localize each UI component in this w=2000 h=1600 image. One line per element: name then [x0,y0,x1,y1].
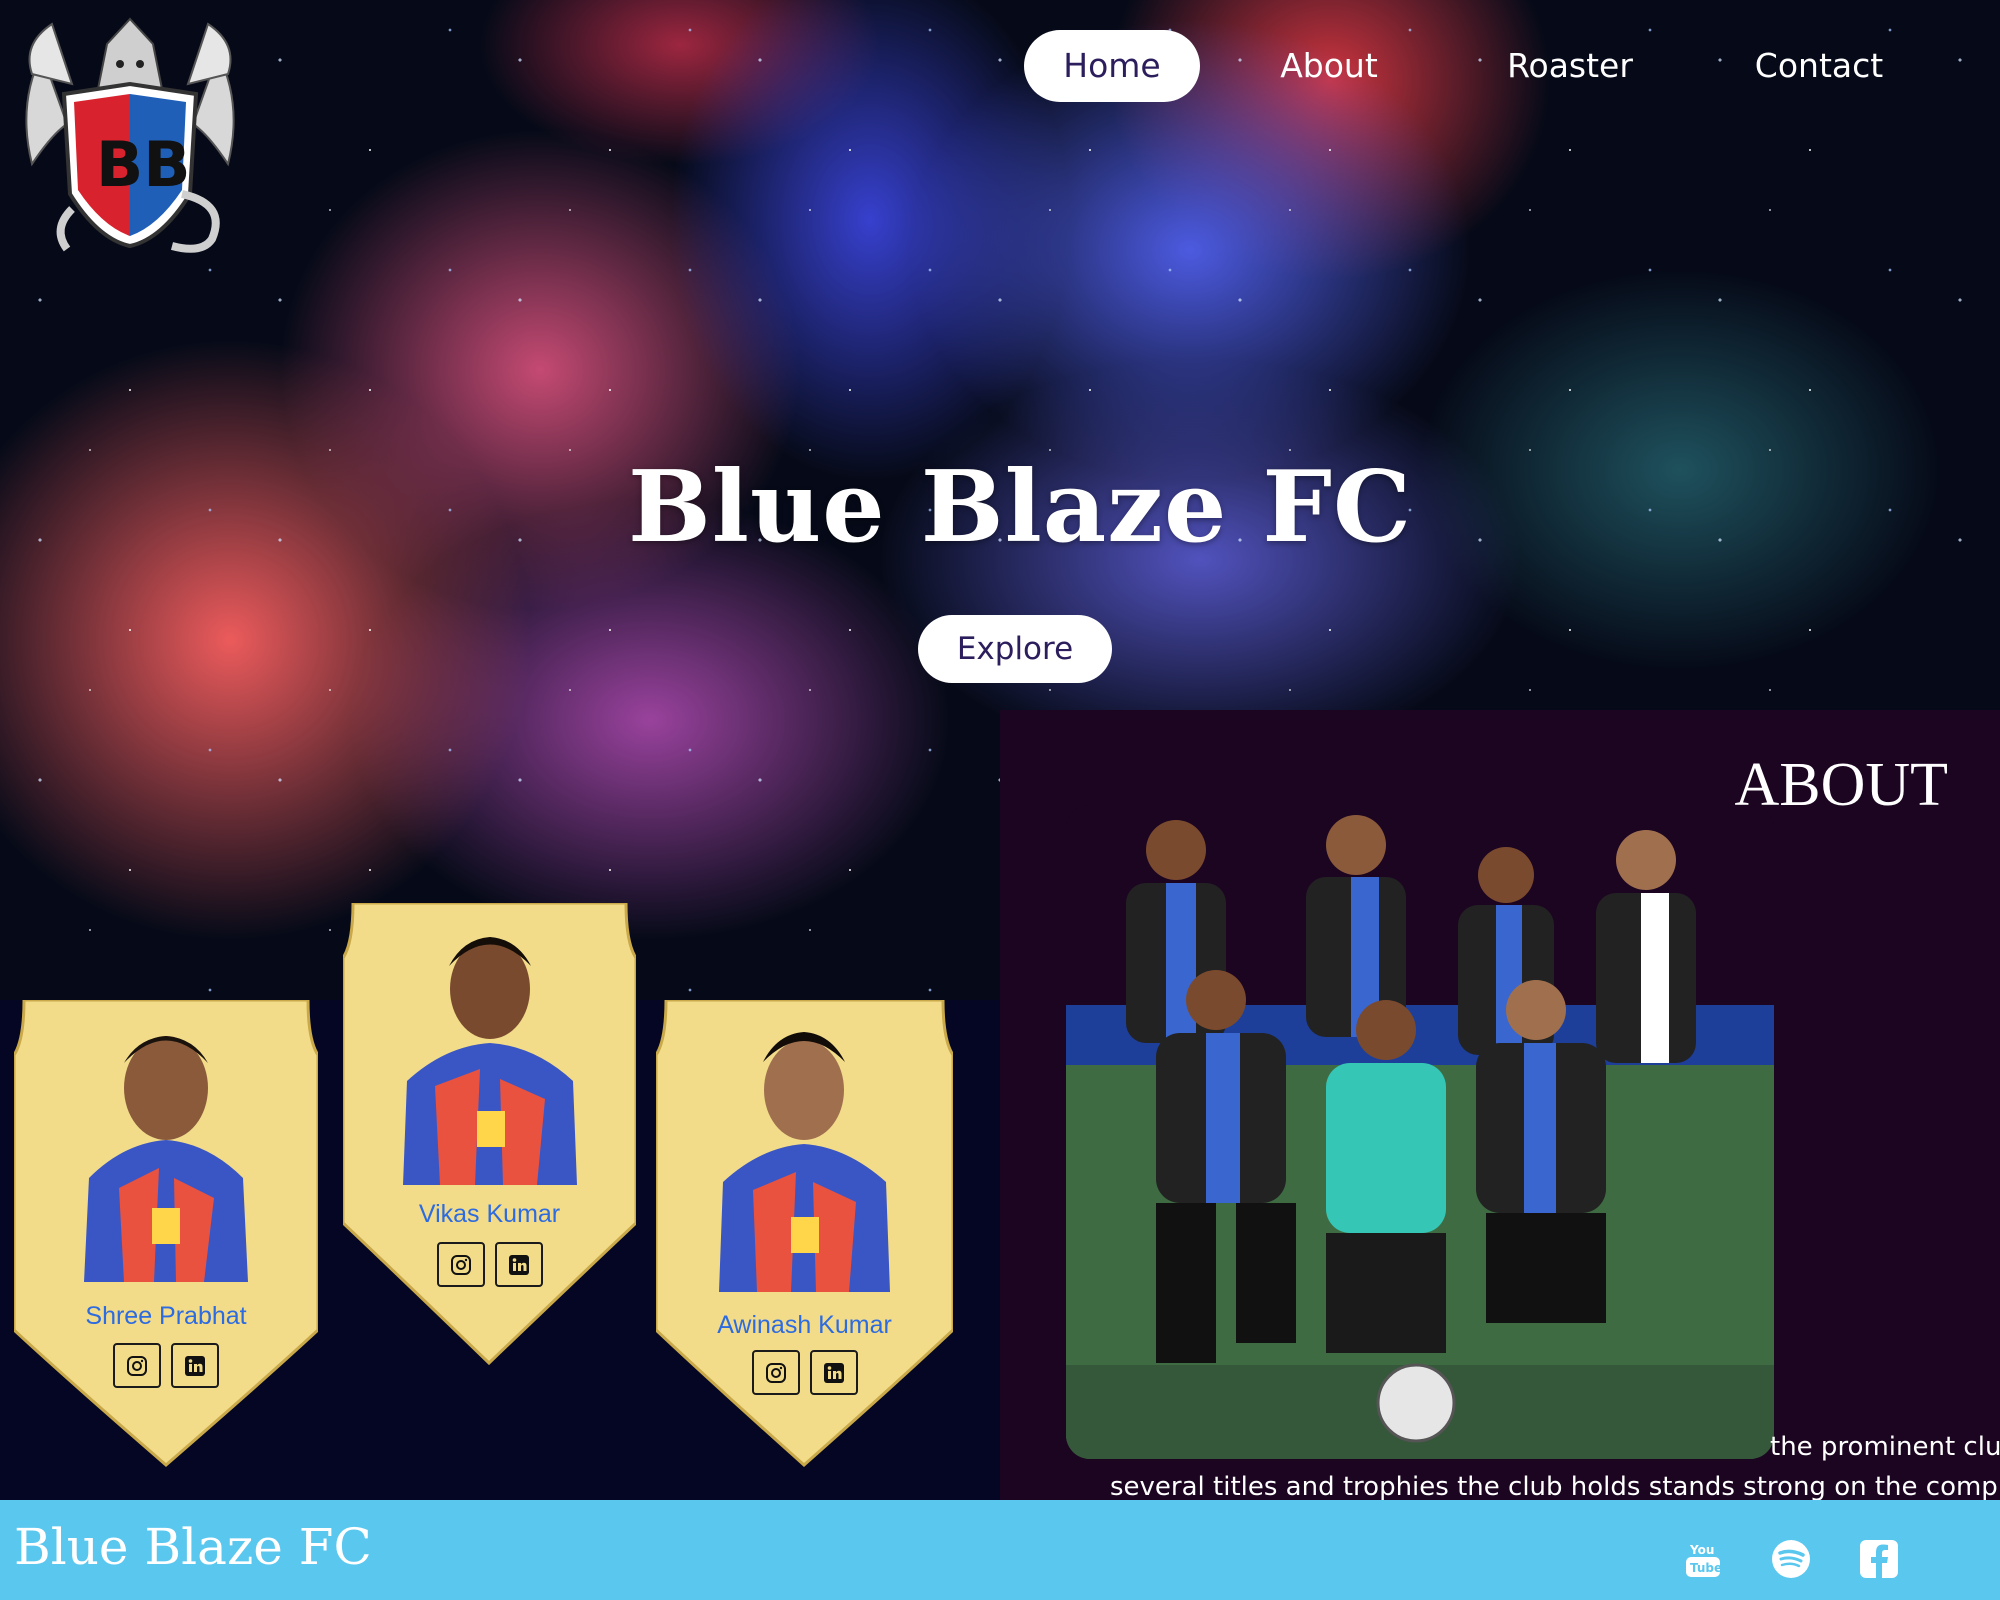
player-photo [64,1008,268,1282]
instagram-button[interactable] [436,1242,485,1287]
instagram-button[interactable] [751,1350,800,1395]
nav-contact[interactable]: Contact [1724,30,1914,102]
about-section: ABOUT the prominent clu several titles a… [1000,710,2000,1505]
instagram-icon [450,1255,471,1275]
youtube-link[interactable]: You Tube [1682,1538,1724,1580]
instagram-icon [765,1363,786,1383]
linkedin-icon [185,1356,205,1376]
team-photo [1066,805,1774,1459]
player-card[interactable]: Shree Prabhat [14,1000,318,1470]
explore-button[interactable]: Explore [918,615,1112,683]
nav-roaster[interactable]: Roaster [1484,30,1656,102]
footer: Blue Blaze FC You Tube [0,1500,2000,1600]
logo-letters: BB [96,128,191,201]
about-text-line-1: the prominent clu [1770,1432,2000,1462]
main-nav: Home About Roaster Contact [1024,30,1964,102]
facebook-icon [1860,1540,1898,1578]
svg-text:You: You [1689,1543,1714,1557]
linkedin-icon [508,1255,529,1275]
linkedin-button[interactable] [171,1343,219,1388]
player-socials [14,1343,318,1388]
svg-text:Tube: Tube [1690,1561,1722,1575]
spotify-link[interactable] [1770,1538,1812,1580]
footer-brand: Blue Blaze FC [14,1518,372,1576]
about-text-line-2: several titles and trophies the club hol… [1110,1472,1998,1502]
player-card[interactable]: Vikas Kumar [343,903,636,1366]
player-photo [701,1012,908,1292]
player-name: Awinash Kumar [717,1311,892,1339]
linkedin-icon [823,1363,844,1383]
hero-title: Blue Blaze FC [627,450,1413,565]
nav-home[interactable]: Home [1024,30,1200,102]
player-name: Shree Prabhat [85,1302,247,1330]
nav-about[interactable]: About [1264,30,1394,102]
club-logo[interactable]: BB [12,14,248,260]
player-socials [343,1242,636,1287]
player-photo [385,911,595,1185]
about-title: ABOUT [1734,751,1948,819]
linkedin-button[interactable] [809,1350,858,1395]
player-socials [656,1350,953,1395]
spotify-icon [1772,1540,1810,1578]
youtube-icon: You Tube [1686,1543,1722,1577]
linkedin-button[interactable] [494,1242,543,1287]
facebook-link[interactable] [1858,1538,1900,1580]
instagram-button[interactable] [113,1343,161,1388]
player-card[interactable]: Awinash Kumar [656,1000,953,1470]
player-name: Vikas Kumar [418,1200,561,1228]
instagram-icon [127,1356,147,1376]
